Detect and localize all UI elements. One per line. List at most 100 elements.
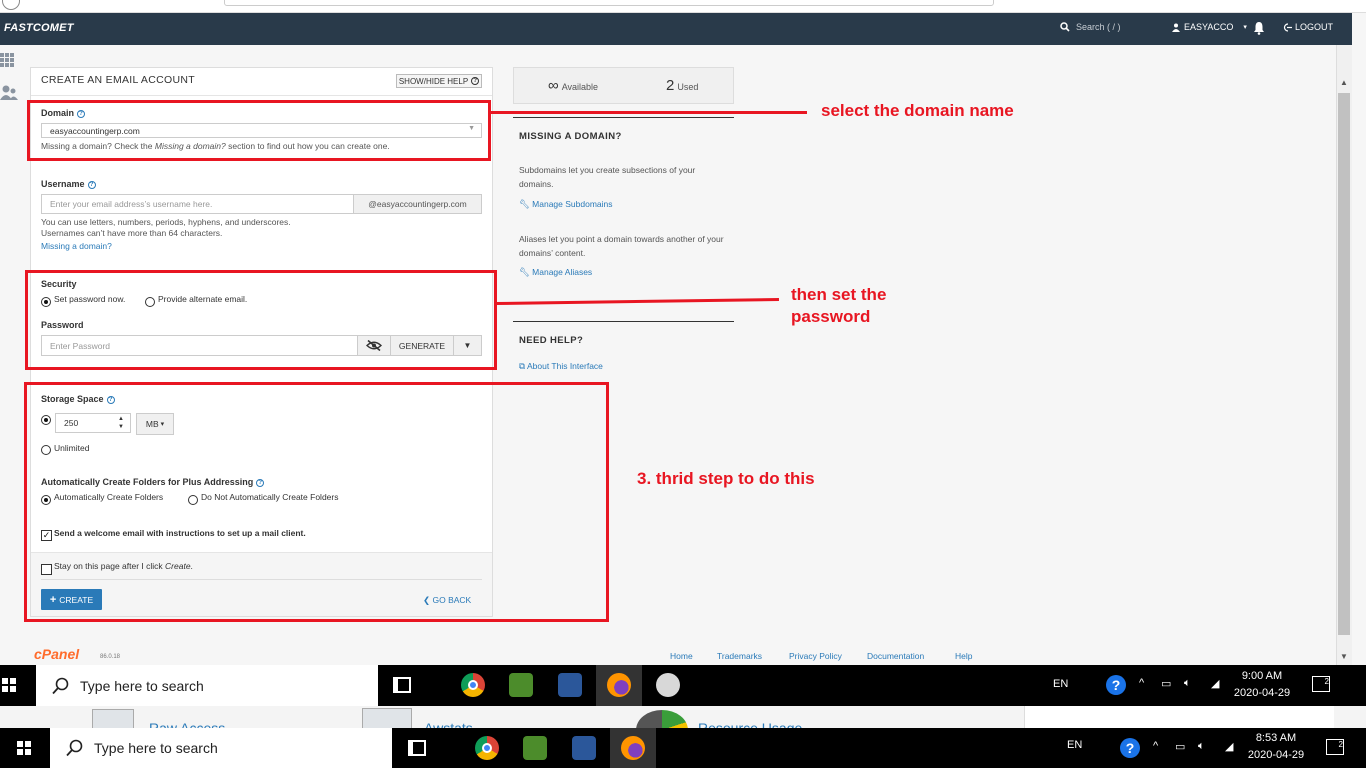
bell-icon[interactable] — [1253, 21, 1265, 35]
missing-domain-heading: MISSING A DOMAIN? — [519, 131, 622, 142]
annotation-select-domain: select the domain name — [821, 101, 1014, 120]
search-icon — [52, 677, 69, 694]
footer-link-privacy[interactable]: Privacy Policy — [789, 651, 842, 661]
help-toggle-label: SHOW/HIDE HELP — [398, 76, 469, 86]
tray-chevron-icon[interactable]: ^ — [1153, 740, 1158, 752]
footer-link-home[interactable]: Home — [670, 651, 693, 661]
account-stats: ∞ Available 2 Used — [513, 67, 734, 104]
need-help-heading: NEED HELP? — [519, 335, 584, 346]
taskbar-search-box[interactable]: Type here to search — [50, 728, 392, 768]
firefox-icon[interactable] — [621, 736, 645, 760]
wifi-icon[interactable]: ◢ — [1225, 740, 1233, 753]
used-count: 2 — [666, 77, 675, 94]
page-title: CREATE AN EMAIL ACCOUNT — [41, 74, 195, 86]
help-tray-icon[interactable]: ? — [1120, 738, 1140, 758]
footer-link-help[interactable]: Help — [955, 651, 972, 661]
logout-button[interactable]: LOGOUT — [1283, 22, 1333, 32]
username-label: Username? — [41, 179, 96, 189]
divider — [513, 117, 734, 118]
clock-time: 9:00 AM — [1241, 670, 1283, 682]
user-menu[interactable]: EASYACCO ▾ — [1172, 22, 1247, 32]
taskbar-top: Type here to search EN ? ^ ▭ 🔈︎ ◢ 9:00 A… — [0, 665, 1366, 706]
notepad-icon[interactable] — [523, 736, 547, 760]
clock-date: 2020-04-29 — [1247, 749, 1305, 761]
clock[interactable]: 8:53 AM 2020-04-29 — [1246, 730, 1306, 764]
user-icon — [1172, 23, 1180, 32]
battery-icon[interactable]: ▭ — [1175, 740, 1185, 753]
paint-icon[interactable] — [656, 673, 680, 697]
taskbar-bottom: Type here to search EN ? ^ ▭ 🔈︎ ◢ 8:53 A… — [0, 728, 1366, 768]
windows-start-icon[interactable] — [17, 741, 31, 755]
raw-access-icon — [92, 709, 134, 728]
notification-count: 2 — [1338, 740, 1343, 749]
browser-button-icon[interactable] — [2, 0, 20, 10]
language-indicator[interactable]: EN — [1067, 739, 1082, 751]
tray-chevron-icon[interactable]: ^ — [1139, 677, 1144, 689]
username-help-icon[interactable]: ? — [87, 181, 96, 189]
annotation-set-password: then set the password — [791, 285, 887, 326]
logout-label: LOGOUT — [1295, 22, 1334, 32]
clock-date: 2020-04-29 — [1233, 687, 1291, 699]
missing-domain-link[interactable]: Missing a domain? — [41, 241, 112, 252]
help-tray-icon[interactable]: ? — [1106, 675, 1126, 695]
wifi-icon[interactable]: ◢ — [1211, 677, 1219, 690]
raw-access-link[interactable]: Raw Access — [149, 720, 225, 728]
external-link-icon: ⧉ — [519, 361, 526, 371]
volume-icon[interactable]: 🔈︎ — [1184, 677, 1191, 690]
language-indicator[interactable]: EN — [1053, 678, 1068, 690]
fastcomet-logo[interactable]: FASTCOMET — [4, 22, 74, 34]
search-icon — [66, 739, 83, 757]
show-hide-help-button[interactable]: SHOW/HIDE HELP ? — [396, 74, 482, 88]
volume-icon[interactable]: 🔈︎ — [1198, 740, 1205, 753]
username-input[interactable]: Enter your email address’s username here… — [41, 194, 354, 214]
word-icon[interactable] — [572, 736, 596, 760]
notepad-icon[interactable] — [509, 673, 533, 697]
scroll-up-icon[interactable]: ▲ — [1340, 78, 1348, 87]
footer-link-trademarks[interactable]: Trademarks — [717, 651, 762, 661]
nav-search[interactable]: Search ( / ) — [1060, 22, 1121, 32]
task-view-icon[interactable] — [393, 677, 411, 693]
search-icon — [1060, 22, 1070, 32]
chrome-icon[interactable] — [475, 736, 499, 760]
notification-icon[interactable]: 2 — [1312, 676, 1330, 692]
about-interface-label: About This Interface — [526, 361, 603, 371]
resource-usage-link[interactable]: Resource Usage — [698, 720, 802, 728]
clock[interactable]: 9:00 AM 2020-04-29 — [1232, 668, 1292, 702]
background-window-strip: Raw Access Awstats Resource Usage — [0, 706, 1366, 728]
search-placeholder: Type here to search — [80, 677, 204, 694]
domain-suffix: @easyaccountingerp.com — [353, 194, 482, 214]
used-label: Used — [677, 82, 699, 92]
available-label: Available — [561, 82, 599, 92]
word-icon[interactable] — [558, 673, 582, 697]
manage-subdomains-label: Manage Subdomains — [532, 199, 613, 209]
username: EASYACCO — [1184, 22, 1234, 32]
task-view-icon[interactable] — [408, 740, 426, 756]
firefox-icon[interactable] — [607, 673, 631, 697]
footer-link-documentation[interactable]: Documentation — [867, 651, 924, 661]
background-panel — [1024, 706, 1334, 728]
grid-icon[interactable] — [0, 53, 14, 67]
manage-aliases-label: Manage Aliases — [532, 267, 593, 277]
battery-icon[interactable]: ▭ — [1161, 677, 1171, 690]
help-icon: ? — [471, 77, 480, 85]
chrome-icon[interactable] — [461, 673, 485, 697]
awstats-link[interactable]: Awstats — [424, 720, 473, 728]
scroll-down-icon[interactable]: ▼ — [1340, 652, 1348, 661]
infinity-icon: ∞ — [548, 77, 559, 94]
manage-subdomains-link[interactable]: 🔧︎ Manage Subdomains — [519, 199, 613, 210]
about-interface-link[interactable]: ⧉ About This Interface — [519, 361, 603, 372]
search-placeholder: Type here to search — [94, 740, 218, 756]
address-bar[interactable] — [224, 0, 994, 6]
annotation-third-step: 3. thrid step to do this — [637, 469, 815, 488]
windows-start-icon[interactable] — [2, 678, 16, 692]
notification-icon[interactable]: 2 — [1326, 739, 1344, 755]
left-icon-rail — [0, 45, 18, 665]
subdomains-text: Subdomains let you create subsections of… — [519, 165, 696, 189]
username-help-text: You can use letters, numbers, periods, h… — [41, 217, 291, 238]
scrollbar-thumb[interactable] — [1338, 93, 1350, 635]
manage-aliases-link[interactable]: 🔧︎ Manage Aliases — [519, 267, 592, 278]
users-icon[interactable] — [0, 85, 18, 101]
taskbar-search-box[interactable]: Type here to search — [36, 665, 378, 706]
wrench-icon: 🔧︎ — [519, 199, 530, 209]
cpanel-logo[interactable]: cPanel — [34, 646, 79, 662]
